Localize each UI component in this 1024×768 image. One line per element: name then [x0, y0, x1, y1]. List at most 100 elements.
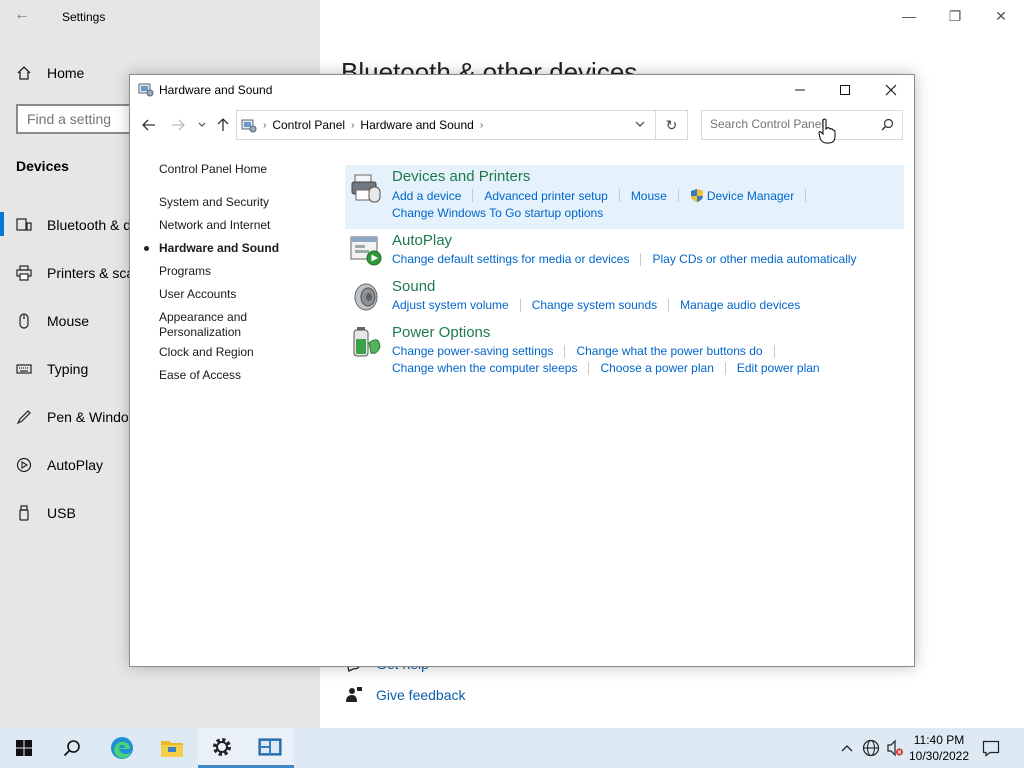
minimize-button[interactable]	[777, 75, 823, 105]
nav-system-security[interactable]: System and Security	[159, 195, 269, 210]
devices-printers-icon	[349, 171, 383, 205]
file-explorer-button[interactable]	[148, 728, 196, 768]
nav-appearance[interactable]: Appearance and	[159, 310, 247, 325]
taskbar-clock[interactable]: 11:40 PM 10/30/2022	[904, 732, 974, 764]
home-icon	[16, 65, 32, 81]
clock-date: 10/30/2022	[908, 749, 970, 763]
settings-nav-mouse[interactable]: Mouse	[16, 310, 89, 332]
link-divider	[472, 189, 474, 202]
link-play-cds[interactable]: Play CDs or other media automatically	[652, 252, 856, 266]
nav-personalization[interactable]: Personalization	[159, 325, 241, 340]
usb-icon	[16, 505, 32, 521]
settings-nav-autoplay[interactable]: AutoPlay	[16, 454, 103, 476]
taskbar: 11:40 PM 10/30/2022	[0, 728, 1024, 768]
search-icon[interactable]	[881, 118, 894, 131]
control-panel-window: Hardware and Sound › Control Panel › Har…	[129, 74, 915, 667]
link-add-device[interactable]: Add a device	[392, 189, 461, 203]
category-title-autoplay[interactable]: AutoPlay	[392, 232, 452, 249]
show-hidden-icons-chevron-icon[interactable]	[838, 739, 856, 757]
breadcrumb-hardware-sound[interactable]: Hardware and Sound	[360, 118, 473, 132]
settings-nav-label: Mouse	[47, 313, 90, 329]
link-divider	[564, 344, 566, 358]
settings-nav-typing[interactable]: Typing	[16, 358, 88, 380]
category-links-row: Change power-saving settings Change what…	[392, 344, 786, 358]
link-change-sounds[interactable]: Change system sounds	[532, 298, 657, 312]
link-mouse[interactable]: Mouse	[631, 189, 667, 203]
category-links-row: Change default settings for media or dev…	[392, 252, 857, 266]
category-links-row: Adjust system volume Change system sound…	[392, 298, 800, 312]
control-panel-icon	[258, 738, 282, 755]
edge-browser-button[interactable]	[98, 728, 146, 768]
link-divider	[773, 344, 775, 358]
link-device-manager[interactable]: Device Manager	[707, 189, 794, 203]
address-location-icon	[241, 117, 257, 133]
settings-close-button[interactable]: ✕	[978, 0, 1024, 32]
breadcrumb-control-panel[interactable]: Control Panel	[272, 118, 345, 132]
breadcrumb-separator-icon[interactable]: ›	[263, 120, 266, 131]
link-change-default-media[interactable]: Change default settings for media or dev…	[392, 252, 629, 266]
start-button[interactable]	[0, 728, 48, 768]
settings-taskbar-button[interactable]	[198, 728, 246, 768]
up-button[interactable]	[213, 115, 233, 135]
gear-icon	[213, 737, 231, 756]
address-bar[interactable]: › Control Panel › Hardware and Sound ›	[236, 110, 656, 140]
control-panel-taskbar-button[interactable]	[246, 728, 294, 768]
address-dropdown-chevron-icon[interactable]	[635, 121, 645, 128]
network-globe-icon[interactable]	[862, 739, 880, 757]
category-title-devices-printers[interactable]: Devices and Printers	[392, 168, 530, 185]
link-computer-sleeps[interactable]: Change when the computer sleeps	[392, 361, 577, 375]
refresh-button[interactable]: ↻	[656, 110, 688, 140]
search-input[interactable]	[710, 117, 870, 131]
breadcrumb-separator-icon[interactable]: ›	[351, 120, 354, 131]
link-advanced-printer-setup[interactable]: Advanced printer setup	[484, 189, 607, 203]
recent-locations-chevron-icon[interactable]	[192, 115, 212, 135]
control-panel-home-link[interactable]: Control Panel Home	[159, 162, 267, 177]
nav-clock-region[interactable]: Clock and Region	[159, 345, 254, 360]
settings-section-title: Devices	[16, 158, 69, 174]
maximize-button[interactable]	[822, 75, 868, 105]
volume-muted-icon[interactable]	[886, 739, 904, 757]
link-divider	[724, 361, 726, 375]
battery-icon	[349, 325, 383, 359]
settings-nav-label: USB	[47, 505, 76, 521]
selected-indicator	[0, 212, 4, 236]
back-arrow-icon[interactable]: ←	[14, 6, 36, 26]
link-adjust-volume[interactable]: Adjust system volume	[392, 298, 509, 312]
forward-button[interactable]	[168, 115, 188, 135]
settings-title: Settings	[62, 10, 106, 24]
settings-minimize-button[interactable]: —	[886, 0, 932, 32]
taskbar-search-button[interactable]	[48, 728, 96, 768]
link-divider	[805, 189, 807, 202]
search-box[interactable]	[701, 110, 903, 140]
edge-icon	[111, 737, 133, 759]
link-choose-power-plan[interactable]: Choose a power plan	[600, 361, 713, 375]
category-title-power-options[interactable]: Power Options	[392, 324, 490, 341]
clock-time: 11:40 PM	[913, 733, 965, 747]
nav-user-accounts[interactable]: User Accounts	[159, 287, 236, 302]
link-power-saving[interactable]: Change power-saving settings	[392, 344, 553, 358]
link-edit-power-plan[interactable]: Edit power plan	[737, 361, 820, 375]
link-manage-audio[interactable]: Manage audio devices	[680, 298, 800, 312]
notifications-icon[interactable]	[982, 739, 1000, 757]
close-button[interactable]	[868, 75, 914, 105]
category-links-row: Change Windows To Go startup options	[392, 206, 603, 220]
category-links-row: Add a device Advanced printer setup Mous…	[392, 188, 817, 203]
printer-icon	[16, 265, 32, 281]
nav-ease-of-access[interactable]: Ease of Access	[159, 368, 241, 383]
breadcrumb-separator-icon[interactable]: ›	[480, 120, 483, 131]
link-windows-to-go[interactable]: Change Windows To Go startup options	[392, 206, 603, 220]
link-divider	[588, 361, 590, 375]
category-links-row: Change when the computer sleeps Choose a…	[392, 361, 820, 375]
nav-network-internet[interactable]: Network and Internet	[159, 218, 270, 233]
back-button[interactable]	[139, 115, 159, 135]
link-power-buttons[interactable]: Change what the power buttons do	[576, 344, 762, 358]
settings-nav-usb[interactable]: USB	[16, 502, 76, 524]
settings-home[interactable]: Home	[16, 62, 84, 84]
nav-programs[interactable]: Programs	[159, 264, 211, 279]
pen-icon	[16, 409, 32, 425]
category-title-sound[interactable]: Sound	[392, 278, 435, 295]
give-feedback-link[interactable]: Give feedback	[345, 685, 466, 705]
autoplay-icon	[349, 234, 383, 268]
settings-restore-button[interactable]: ❐	[932, 0, 978, 32]
settings-home-label: Home	[47, 65, 85, 81]
